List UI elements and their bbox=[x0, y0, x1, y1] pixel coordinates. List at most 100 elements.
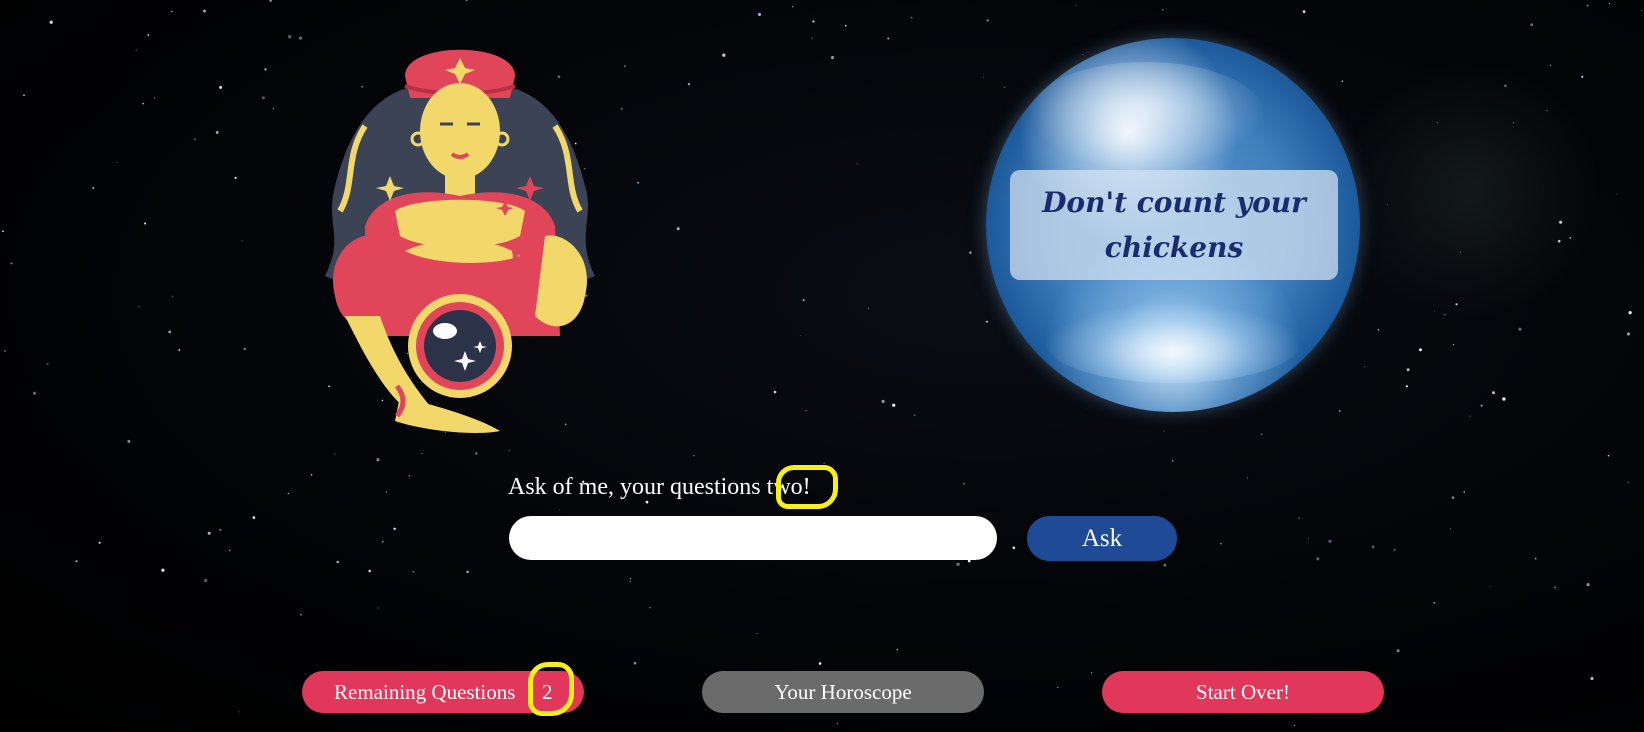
star bbox=[336, 560, 339, 564]
star bbox=[194, 138, 196, 140]
star bbox=[116, 161, 118, 163]
star bbox=[558, 509, 560, 511]
star bbox=[896, 648, 899, 651]
star bbox=[1641, 9, 1643, 11]
star bbox=[142, 102, 145, 105]
star bbox=[629, 578, 632, 580]
star bbox=[215, 130, 219, 134]
star bbox=[1554, 586, 1557, 589]
star bbox=[219, 528, 222, 532]
star bbox=[75, 560, 78, 563]
star bbox=[1293, 725, 1296, 727]
star bbox=[272, 108, 275, 110]
star bbox=[171, 295, 174, 298]
star bbox=[1057, 686, 1059, 688]
star bbox=[986, 19, 989, 22]
star bbox=[98, 541, 101, 544]
star bbox=[49, 20, 53, 24]
star bbox=[823, 462, 825, 464]
star bbox=[963, 482, 966, 485]
star bbox=[722, 53, 726, 57]
star bbox=[161, 568, 165, 572]
star bbox=[1298, 517, 1300, 519]
star bbox=[812, 20, 815, 23]
star bbox=[287, 492, 290, 495]
star bbox=[982, 76, 984, 78]
star bbox=[1012, 546, 1016, 549]
fortune-text: Don't count your chickens bbox=[1042, 186, 1306, 264]
star bbox=[1492, 391, 1495, 395]
star bbox=[1075, 5, 1077, 7]
star bbox=[178, 348, 181, 351]
star bbox=[649, 607, 651, 609]
question-input[interactable] bbox=[509, 516, 997, 560]
star bbox=[168, 330, 172, 334]
star bbox=[956, 562, 960, 566]
star bbox=[138, 305, 140, 307]
star bbox=[154, 97, 155, 99]
star bbox=[466, 570, 469, 574]
star bbox=[1450, 527, 1452, 529]
star bbox=[288, 35, 292, 39]
star bbox=[1451, 496, 1455, 499]
star bbox=[1626, 332, 1631, 336]
star bbox=[1163, 563, 1167, 567]
star bbox=[144, 222, 147, 225]
star bbox=[1607, 455, 1610, 457]
star bbox=[1406, 368, 1410, 372]
star bbox=[412, 571, 414, 573]
star bbox=[623, 65, 627, 68]
ask-button[interactable]: Ask bbox=[1027, 516, 1177, 561]
question-prompt: Ask of me, your questions two! bbox=[508, 474, 811, 500]
star bbox=[368, 569, 372, 573]
star bbox=[914, 414, 916, 416]
star bbox=[382, 540, 384, 543]
star bbox=[1307, 538, 1309, 539]
crystal-ball: Don't count your chickens bbox=[986, 38, 1360, 412]
star bbox=[241, 240, 243, 242]
star bbox=[4, 350, 6, 352]
star bbox=[203, 9, 206, 13]
remaining-questions-label: Remaining Questions bbox=[334, 679, 516, 704]
star bbox=[207, 531, 211, 535]
star bbox=[1341, 80, 1344, 82]
star bbox=[836, 722, 838, 724]
annotation-circle-count bbox=[528, 662, 574, 716]
star bbox=[1302, 10, 1306, 14]
star bbox=[620, 108, 623, 110]
star bbox=[892, 403, 896, 407]
star bbox=[1586, 4, 1589, 7]
horoscope-button[interactable]: Your Horoscope bbox=[702, 671, 984, 713]
star bbox=[1003, 86, 1006, 88]
star bbox=[92, 186, 95, 190]
star bbox=[1489, 585, 1491, 587]
star bbox=[243, 347, 246, 351]
star bbox=[645, 500, 649, 504]
star bbox=[238, 711, 241, 713]
star bbox=[1581, 75, 1584, 78]
star bbox=[867, 308, 869, 310]
star bbox=[1452, 343, 1455, 346]
star bbox=[693, 454, 695, 457]
star bbox=[1371, 545, 1375, 549]
star bbox=[1469, 415, 1471, 417]
star bbox=[10, 262, 13, 265]
star bbox=[818, 662, 822, 665]
star bbox=[300, 613, 302, 616]
star bbox=[1338, 410, 1341, 412]
star bbox=[629, 580, 631, 582]
star bbox=[228, 549, 231, 552]
star bbox=[1419, 348, 1422, 352]
star bbox=[1161, 9, 1164, 11]
star bbox=[1261, 433, 1263, 435]
star bbox=[881, 399, 885, 403]
star bbox=[219, 85, 223, 89]
star bbox=[1328, 539, 1332, 543]
star bbox=[385, 491, 388, 493]
star bbox=[1364, 365, 1366, 367]
star bbox=[811, 37, 813, 39]
star bbox=[1518, 327, 1522, 331]
star bbox=[1377, 328, 1380, 331]
starry-background: Don't count your chickens Ask of me, you… bbox=[0, 0, 1644, 732]
start-over-button[interactable]: Start Over! bbox=[1102, 671, 1384, 713]
